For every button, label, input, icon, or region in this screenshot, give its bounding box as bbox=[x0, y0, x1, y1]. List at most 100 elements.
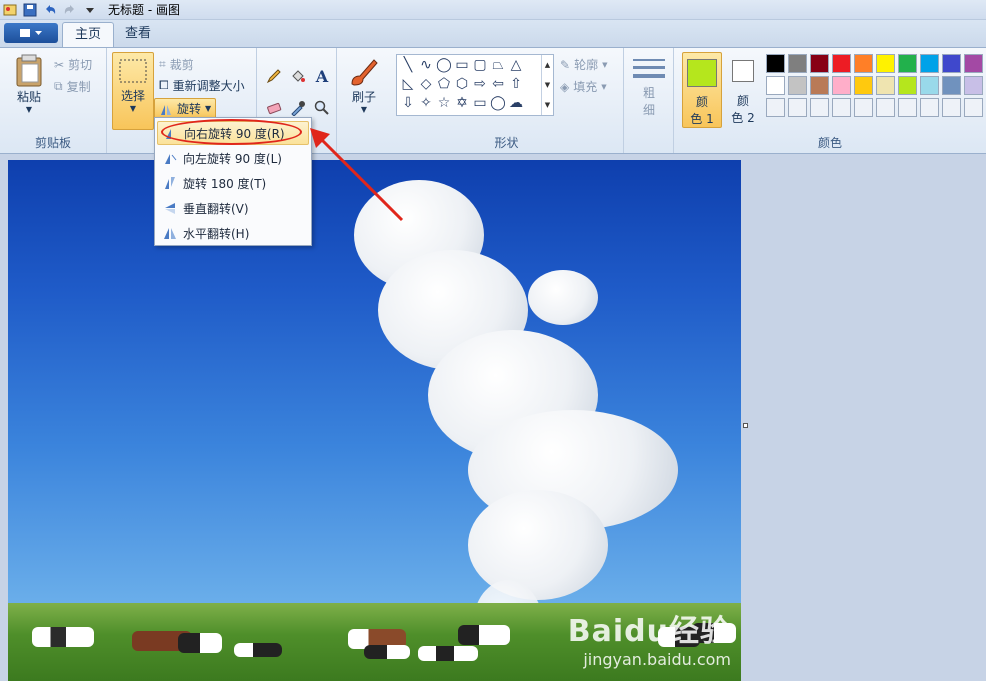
palette-color-swatch[interactable] bbox=[854, 76, 873, 95]
oval-shape-icon[interactable]: ◯ bbox=[435, 56, 453, 74]
paste-button[interactable]: 粘贴 ▼ bbox=[10, 54, 48, 114]
select-button[interactable]: 选择 ▼ bbox=[112, 52, 154, 130]
palette-color-swatch[interactable] bbox=[942, 54, 961, 73]
up-arrow-shape-icon[interactable]: ⇧ bbox=[507, 75, 525, 93]
cloud bbox=[468, 490, 608, 600]
text-tool-icon[interactable]: A bbox=[311, 65, 333, 87]
palette-color-swatch[interactable] bbox=[876, 54, 895, 73]
color1-button[interactable]: 颜 色 1 bbox=[682, 52, 722, 128]
pentagon-shape-icon[interactable]: ⬠ bbox=[435, 75, 453, 93]
palette-color-swatch[interactable] bbox=[920, 76, 939, 95]
palette-color-swatch[interactable] bbox=[788, 54, 807, 73]
palette-color-swatch[interactable] bbox=[942, 76, 961, 95]
right-arrow-shape-icon[interactable]: ⇨ bbox=[471, 75, 489, 93]
palette-color-swatch[interactable] bbox=[766, 54, 785, 73]
shapes-group: ╲ ∿ ◯ ▭ ▢ ⏢ △ ◺ ◇ ⬠ ⬡ ⇨ ⇦ ⇧ ⇩ ✧ ☆ ✡ ▭ ◯ … bbox=[390, 48, 624, 153]
eraser-icon[interactable] bbox=[263, 97, 285, 119]
fill-button[interactable]: ◈ 填充 ▼ bbox=[560, 78, 607, 95]
menu-flip-vertical[interactable]: 垂直翻转(V) bbox=[157, 196, 309, 220]
palette-custom-slot[interactable] bbox=[832, 98, 851, 117]
palette-color-swatch[interactable] bbox=[964, 76, 983, 95]
polygon-shape-icon[interactable]: ⏢ bbox=[489, 56, 507, 74]
rectangle-shape-icon[interactable]: ▭ bbox=[453, 56, 471, 74]
four-point-star-shape-icon[interactable]: ✧ bbox=[417, 94, 435, 112]
palette-custom-slot[interactable] bbox=[942, 98, 961, 117]
palette-color-swatch[interactable] bbox=[766, 76, 785, 95]
hexagon-shape-icon[interactable]: ⬡ bbox=[453, 75, 471, 93]
paint-menu-button[interactable] bbox=[4, 23, 58, 43]
tab-home[interactable]: 主页 bbox=[62, 22, 115, 47]
palette-color-swatch[interactable] bbox=[832, 54, 851, 73]
oval-callout-shape-icon[interactable]: ◯ bbox=[489, 94, 507, 112]
palette-color-swatch[interactable] bbox=[898, 76, 917, 95]
palette-color-swatch[interactable] bbox=[876, 76, 895, 95]
palette-color-swatch[interactable] bbox=[964, 54, 983, 73]
palette-custom-slot[interactable] bbox=[920, 98, 939, 117]
scroll-up-icon[interactable]: ▲ bbox=[545, 61, 550, 69]
quick-access-dropdown-icon[interactable] bbox=[80, 1, 100, 19]
palette-custom-slot[interactable] bbox=[810, 98, 829, 117]
palette-color-swatch[interactable] bbox=[898, 54, 917, 73]
palette-color-swatch[interactable] bbox=[788, 76, 807, 95]
palette-color-swatch[interactable] bbox=[810, 54, 829, 73]
shapes-scroll[interactable]: ▲ ▼ ▼ bbox=[541, 55, 553, 115]
color2-button[interactable]: 颜 色 2 bbox=[726, 52, 760, 128]
pencil-icon[interactable] bbox=[263, 65, 285, 87]
flip-horizontal-icon bbox=[157, 226, 183, 240]
fill-bucket-icon[interactable] bbox=[287, 65, 309, 87]
crop-button[interactable]: ⌗ 裁剪 bbox=[159, 56, 194, 73]
palette-custom-slot[interactable] bbox=[854, 98, 873, 117]
palette-custom-slot[interactable] bbox=[964, 98, 983, 117]
menu-rotate-left-90-label: 向左旋转 90 度(L) bbox=[183, 151, 282, 166]
save-icon[interactable] bbox=[20, 1, 40, 19]
down-arrow-shape-icon[interactable]: ⇩ bbox=[399, 94, 417, 112]
cut-button[interactable]: ✂ 剪切 bbox=[54, 56, 92, 73]
palette-color-swatch[interactable] bbox=[832, 76, 851, 95]
palette-color-swatch[interactable] bbox=[854, 54, 873, 73]
size-button[interactable]: 粗 细 bbox=[632, 56, 666, 118]
rounded-rect-shape-icon[interactable]: ▢ bbox=[471, 56, 489, 74]
menu-rotate-left-90[interactable]: 向左旋转 90 度(L) bbox=[157, 146, 309, 170]
line-shape-icon[interactable]: ╲ bbox=[399, 56, 417, 74]
palette-color-swatch[interactable] bbox=[920, 54, 939, 73]
gallery-expand-icon[interactable]: ▼ bbox=[545, 101, 550, 109]
undo-icon[interactable] bbox=[40, 1, 60, 19]
palette-custom-slot[interactable] bbox=[788, 98, 807, 117]
paint-app-icon[interactable] bbox=[0, 1, 20, 19]
curve-shape-icon[interactable]: ∿ bbox=[417, 56, 435, 74]
brush-button[interactable]: 刷子 ▼ bbox=[346, 56, 382, 114]
resize-label: 重新调整大小 bbox=[172, 79, 245, 93]
six-point-star-shape-icon[interactable]: ✡ bbox=[453, 94, 471, 112]
shapes-gallery[interactable]: ╲ ∿ ◯ ▭ ▢ ⏢ △ ◺ ◇ ⬠ ⬡ ⇨ ⇦ ⇧ ⇩ ✧ ☆ ✡ ▭ ◯ … bbox=[396, 54, 554, 116]
copy-button[interactable]: ⧉ 复制 bbox=[54, 78, 91, 95]
cow bbox=[364, 645, 410, 659]
palette-custom-slot[interactable] bbox=[876, 98, 895, 117]
scroll-down-icon[interactable]: ▼ bbox=[545, 81, 550, 89]
left-arrow-shape-icon[interactable]: ⇦ bbox=[489, 75, 507, 93]
palette-color-swatch[interactable] bbox=[810, 76, 829, 95]
redo-icon[interactable] bbox=[60, 1, 80, 19]
menu-rotate-180[interactable]: 旋转 180 度(T) bbox=[157, 171, 309, 195]
five-point-star-shape-icon[interactable]: ☆ bbox=[435, 94, 453, 112]
rotate-button[interactable]: 旋转 ▼ bbox=[154, 98, 217, 119]
rect-callout-shape-icon[interactable]: ▭ bbox=[471, 94, 489, 112]
tab-view[interactable]: 查看 bbox=[113, 22, 163, 47]
canvas-image[interactable]: Baidu经验 jingyan.baidu.com bbox=[8, 160, 741, 681]
palette-custom-slot[interactable] bbox=[898, 98, 917, 117]
color-picker-icon[interactable] bbox=[287, 97, 309, 119]
cloud-callout-shape-icon[interactable]: ☁ bbox=[507, 94, 525, 112]
menu-flip-horizontal[interactable]: 水平翻转(H) bbox=[157, 221, 309, 245]
triangle-shape-icon[interactable]: △ bbox=[507, 56, 525, 74]
palette-custom-slot[interactable] bbox=[766, 98, 785, 117]
diamond-shape-icon[interactable]: ◇ bbox=[417, 75, 435, 93]
outline-button[interactable]: ✎ 轮廓 ▼ bbox=[560, 56, 607, 73]
paste-dropdown-icon: ▼ bbox=[25, 105, 33, 114]
canvas-area[interactable]: Baidu经验 jingyan.baidu.com bbox=[0, 155, 986, 681]
ribbon-tabs: 主页 查看 bbox=[0, 20, 986, 47]
cow bbox=[234, 643, 282, 657]
magnifier-icon[interactable] bbox=[311, 97, 333, 119]
resize-button[interactable]: ⧠ 重新调整大小 bbox=[159, 77, 245, 94]
canvas-resize-handle[interactable] bbox=[743, 423, 748, 428]
cow bbox=[32, 627, 94, 647]
right-triangle-shape-icon[interactable]: ◺ bbox=[399, 75, 417, 93]
